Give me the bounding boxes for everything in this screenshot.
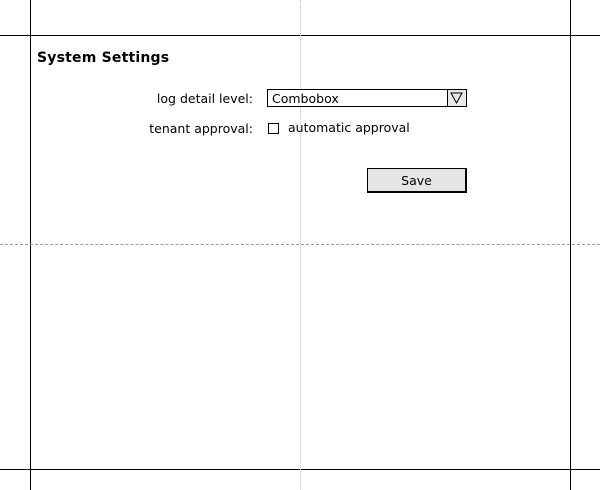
combobox-value: Combobox [272, 91, 339, 106]
log-detail-level-label: log detail level: [156, 91, 253, 106]
save-button[interactable]: Save [367, 168, 467, 193]
tenant-approval-label: tenant approval: [149, 121, 253, 136]
center-vertical-guide [300, 0, 301, 490]
chevron-down-icon[interactable] [447, 90, 466, 106]
automatic-approval-checkbox[interactable] [268, 123, 279, 134]
right-guide-line [570, 0, 571, 490]
center-horizontal-guide [0, 244, 600, 245]
automatic-approval-label: automatic approval [288, 120, 410, 135]
left-guide-line [30, 0, 31, 490]
log-detail-level-combobox[interactable]: Combobox [267, 89, 467, 107]
page-title: System Settings [37, 50, 170, 66]
